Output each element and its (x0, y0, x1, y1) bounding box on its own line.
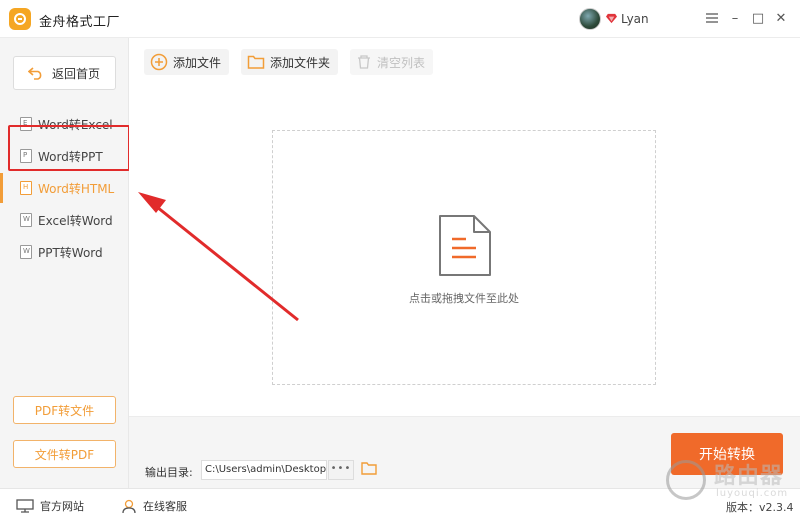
watermark-subtext: luyouqi.com (716, 488, 789, 499)
online-support-link[interactable]: 在线客服 (121, 498, 187, 514)
customer-service-icon (122, 499, 136, 513)
browse-more-button[interactable]: ••• (328, 460, 354, 480)
user-avatar[interactable] (579, 8, 601, 30)
add-file-label: 添加文件 (173, 55, 222, 70)
close-button[interactable]: ✕ (773, 10, 789, 26)
official-website-link[interactable]: 官方网站 (16, 498, 84, 514)
main-panel: 添加文件 添加文件夹 清空列表 点击或拖拽文件至此处 输出目录: C:\User… (129, 38, 800, 488)
open-folder-icon[interactable] (361, 461, 377, 476)
watermark-logo-icon (666, 460, 706, 500)
file-icon (20, 181, 32, 195)
maximize-button[interactable]: □ (750, 10, 766, 26)
add-folder-button[interactable]: 添加文件夹 (241, 49, 339, 75)
add-circle-icon (150, 53, 168, 71)
username[interactable]: Lyan (621, 12, 649, 26)
file-to-pdf-button[interactable]: 文件转PDF (13, 440, 116, 468)
clear-list-button[interactable]: 清空列表 (350, 49, 434, 75)
app-title: 金舟格式工厂 (39, 15, 121, 30)
monitor-icon (16, 499, 34, 513)
sidebar-item-excel-to-word[interactable]: Excel转Word (0, 205, 129, 235)
trash-icon (358, 55, 370, 69)
clear-list-label: 清空列表 (377, 55, 426, 70)
drop-zone-hint: 点击或拖拽文件至此处 (409, 292, 519, 305)
output-directory-label: 输出目录: (145, 466, 193, 479)
file-drop-zone[interactable]: 点击或拖拽文件至此处 (272, 130, 656, 385)
official-website-label: 官方网站 (40, 500, 84, 513)
folder-icon (247, 55, 265, 69)
watermark: 路由器 luyouqi.com (666, 456, 800, 506)
online-support-label: 在线客服 (143, 500, 187, 513)
add-file-button[interactable]: 添加文件 (144, 49, 230, 75)
sidebar-item-label: Word转HTML (38, 181, 115, 196)
active-indicator (0, 173, 3, 203)
menu-icon[interactable] (704, 10, 720, 26)
document-icon (439, 215, 491, 276)
pdf-to-file-button[interactable]: PDF转文件 (13, 396, 116, 424)
back-home-button[interactable]: 返回首页 (13, 56, 116, 90)
back-home-label: 返回首页 (52, 66, 101, 81)
output-path-field[interactable]: C:\Users\admin\Desktop (201, 460, 327, 480)
sidebar-item-label: PPT转Word (38, 245, 103, 260)
sidebar-item-ppt-to-word[interactable]: PPT转Word (0, 237, 129, 267)
file-icon (20, 213, 32, 227)
sidebar: 返回首页 Word转Excel Word转PPT Word转HTML Excel… (0, 38, 129, 488)
sidebar-item-word-to-html[interactable]: Word转HTML (0, 173, 129, 203)
sidebar-item-label: Excel转Word (38, 213, 113, 228)
vip-diamond-icon (606, 13, 617, 24)
annotation-highlight-box (8, 125, 130, 171)
app-logo-icon (9, 8, 31, 30)
file-icon (20, 245, 32, 259)
watermark-text: 路由器 (714, 464, 784, 489)
add-folder-label: 添加文件夹 (270, 55, 331, 70)
minimize-button[interactable]: – (727, 10, 743, 26)
back-arrow-icon (28, 67, 42, 80)
title-bar: 金舟格式工厂 Lyan – □ ✕ (0, 0, 800, 38)
